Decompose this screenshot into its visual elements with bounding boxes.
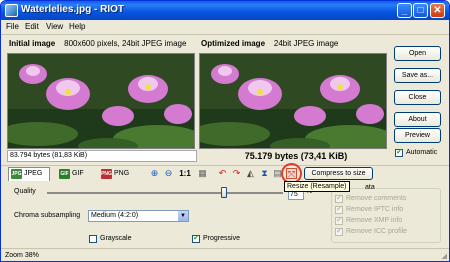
waterlilies-optimized-image [200,54,386,148]
metadata-title: ata [364,184,376,191]
chroma-selected-value: Medium (4:2:0) [91,212,139,219]
menu-help[interactable]: Help [69,22,85,31]
app-icon [5,4,18,17]
format-toolbar: JPG JPEG GIF GIF PNG PNG ⊕ ⊖ 1:1 ▦ ↶ ↷ ◭… [1,163,449,184]
quality-slider-track[interactable] [47,192,283,194]
resize-grip-icon[interactable]: ◢ [442,252,447,260]
progressive-label: Progressive [203,235,240,242]
about-button[interactable]: About [394,112,441,127]
tab-jpeg[interactable]: JPG JPEG [8,167,50,181]
open-button[interactable]: Open [394,46,441,61]
flip-vertical-icon[interactable]: ⧗ [259,168,270,179]
progressive-checkbox[interactable] [192,233,200,243]
optimized-image-header: Optimized image 24bit JPEG image [201,39,338,53]
initial-size-label: 83.794 bytes (81,83 KiB) [7,150,197,162]
png-icon: PNG [101,169,112,179]
chevron-down-icon[interactable]: ▼ [178,211,188,221]
initial-image-title: Initial image [9,39,56,48]
quality-slider-thumb[interactable] [221,187,227,198]
automatic-label: Automatic [406,149,438,156]
resize-icon[interactable]: ⤧ [286,168,297,179]
minimize-button[interactable]: _ [397,3,412,18]
optimized-image-title: Optimized image [201,39,266,48]
window-title: Waterlelies.jpg - RIOT [21,4,124,15]
title-bar[interactable]: Waterlelies.jpg - RIOT _ □ ✕ [1,1,449,20]
zoom-in-icon[interactable]: ⊕ [149,168,160,179]
jpeg-icon: JPG [11,169,22,179]
remove-xmp-label: Remove XMP info [346,217,403,224]
chroma-select[interactable]: Medium (4:2:0) ▼ [88,210,189,222]
menu-file[interactable]: File [6,22,19,31]
initial-image-header: Initial image 800x600 pixels, 24bit JPEG… [9,39,186,53]
remove-comments-checkbox[interactable] [335,193,343,203]
remove-iptc-label: Remove IPTC info [346,206,404,213]
gif-icon: GIF [59,169,70,179]
waterlilies-initial-image [8,54,194,148]
tab-gif[interactable]: GIF GIF [56,167,92,181]
menu-view[interactable]: View [46,22,63,31]
status-bar: Zoom 38% [1,248,449,261]
optimized-image-meta: 24bit JPEG image [273,39,339,48]
grayscale-label: Grayscale [100,235,132,242]
optimized-size-label: 75.179 bytes (73,41 KiB) [244,151,348,161]
flip-horizontal-icon[interactable]: ◭ [245,168,256,179]
compress-to-size-button[interactable]: Compress to size [304,167,373,180]
save-as-button[interactable]: Save as... [394,68,441,83]
remove-xmp-checkbox[interactable] [335,215,343,225]
optimized-image-view[interactable] [199,53,387,149]
preview-button[interactable]: Preview [394,128,441,143]
zoom-1to1-button[interactable]: 1:1 [177,168,193,179]
tab-gif-label: GIF [72,170,84,177]
menu-bar: File Edit View Help [1,20,449,35]
remove-comments-label: Remove comments [346,195,407,202]
rotate-right-icon[interactable]: ↷ [231,168,242,179]
tab-png[interactable]: PNG PNG [98,167,136,181]
tab-jpeg-label: JPEG [24,170,43,177]
zoom-out-icon[interactable]: ⊖ [163,168,174,179]
initial-image-meta: 800x600 pixels, 24bit JPEG image [64,39,187,48]
remove-icc-label: Remove ICC profile [346,228,408,235]
resize-tooltip: Resize (Resample) [284,181,350,192]
remove-iptc-checkbox[interactable] [335,204,343,214]
menu-edit[interactable]: Edit [25,22,39,31]
zoom-status: Zoom 38% [5,252,39,259]
riot-window: Waterlelies.jpg - RIOT _ □ ✕ File Edit V… [0,0,450,262]
automatic-checkbox[interactable] [395,147,403,157]
chroma-label: Chroma subsampling [14,212,81,219]
maximize-button[interactable]: □ [413,3,428,18]
tab-png-label: PNG [114,170,130,177]
close-window-button[interactable]: ✕ [430,3,445,18]
remove-icc-checkbox[interactable] [335,226,343,236]
quality-label: Quality [14,188,36,195]
fit-icon[interactable]: ▦ [197,168,208,179]
grayscale-checkbox[interactable] [89,235,97,243]
close-button[interactable]: Close [394,90,441,105]
initial-image-view[interactable] [7,53,195,149]
rotate-left-icon[interactable]: ↶ [217,168,228,179]
